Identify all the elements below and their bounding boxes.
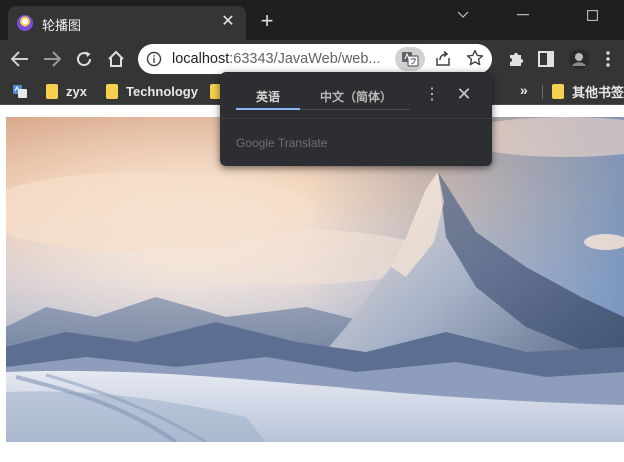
google-translate-brand: Google Translate (236, 136, 328, 150)
url-text[interactable]: localhost:63343/JavaWeb/web... (172, 51, 381, 67)
folder-icon (46, 83, 58, 99)
forward-arrow-icon[interactable] (42, 49, 62, 69)
new-tab-plus-icon[interactable]: + (256, 10, 278, 32)
bookmark-star-icon[interactable] (466, 49, 484, 67)
info-icon[interactable] (146, 51, 162, 67)
url-path: :63343/JavaWeb/web... (229, 51, 381, 67)
chevron-down-icon[interactable] (440, 0, 486, 30)
reload-icon[interactable] (74, 49, 94, 69)
tab-source-language[interactable]: 英语 (256, 88, 280, 105)
intellij-favicon-icon (17, 15, 33, 31)
bookmarks-overflow-chevron[interactable]: » (520, 82, 528, 98)
more-options-icon[interactable]: ⋮ (424, 85, 440, 105)
side-panel-icon[interactable] (536, 49, 556, 69)
bookmark-label: zyx (66, 83, 87, 99)
tab-target-language[interactable]: 中文（简体） (320, 88, 392, 105)
bookmark-label: Technology (126, 83, 198, 99)
maximize-icon[interactable] (560, 0, 624, 30)
menu-kebab-icon[interactable] (598, 49, 618, 69)
minimize-icon[interactable] (500, 0, 546, 30)
divider (220, 118, 492, 119)
back-arrow-icon[interactable] (10, 49, 30, 69)
close-icon[interactable]: ✕ (454, 84, 474, 104)
tab-close-icon[interactable]: ✕ (218, 12, 238, 32)
tab-title: 轮播图 (42, 18, 82, 33)
divider (542, 85, 543, 99)
tab-strip: 轮播图 ✕ + (0, 0, 624, 40)
address-bar[interactable]: localhost:63343/JavaWeb/web... (138, 44, 492, 74)
other-bookmarks[interactable]: 其他书签 (552, 82, 624, 100)
translate-icon[interactable] (395, 47, 425, 71)
other-bookmarks-label: 其他书签 (572, 84, 624, 100)
tab-divider (300, 109, 410, 110)
apps-icon[interactable] (12, 82, 28, 100)
share-icon[interactable] (434, 50, 452, 68)
folder-icon (106, 83, 118, 99)
bookmark-folder-zyx[interactable]: zyx (46, 82, 87, 100)
home-icon[interactable] (106, 49, 126, 69)
profile-avatar[interactable] (568, 48, 590, 70)
browser-tab[interactable]: 轮播图 ✕ (8, 6, 246, 40)
url-host: localhost (172, 51, 230, 67)
extensions-puzzle-icon[interactable] (506, 49, 526, 69)
translate-popup: 英语 中文（简体） ⋮ ✕ Google Translate (220, 72, 492, 166)
bookmark-folder-technology[interactable]: Technology (106, 82, 198, 100)
active-tab-indicator (236, 108, 300, 110)
folder-icon (552, 83, 564, 99)
